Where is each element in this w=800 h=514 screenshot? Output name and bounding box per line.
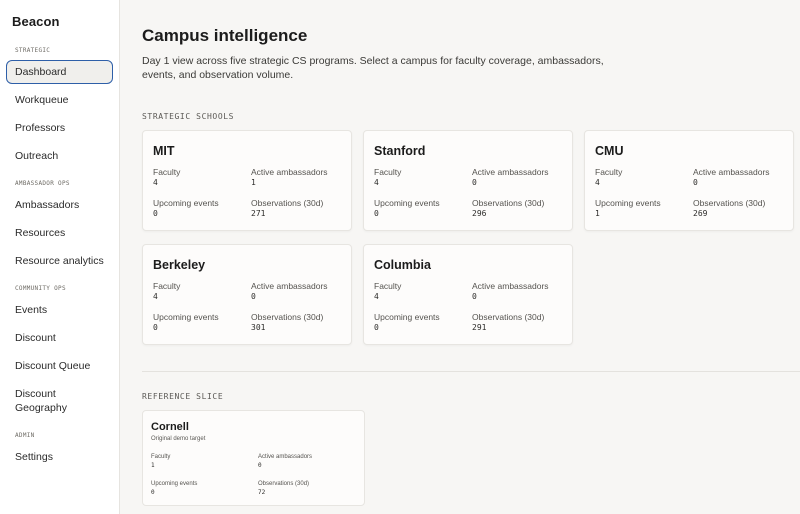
metric-value-upcoming-events: 0 xyxy=(151,489,155,496)
school-card-stanford[interactable]: Stanford Faculty 4 Active ambassadors 0 Up… xyxy=(363,130,573,231)
metric-value-active-ambassadors: 0 xyxy=(693,178,698,187)
school-card-berkeley[interactable]: Berkeley Faculty 4 Active ambassadors 0 Up… xyxy=(142,244,352,345)
sidebar-item-outreach[interactable]: Outreach xyxy=(6,144,113,168)
metric-value-faculty: 1 xyxy=(151,462,155,469)
metric-label-upcoming-events: Upcoming events xyxy=(153,198,219,208)
metric-value-faculty: 4 xyxy=(374,178,379,187)
metric-label-active-ambassadors: Active ambassadors xyxy=(258,454,313,460)
metric-label-upcoming-events: Upcoming events xyxy=(153,312,219,322)
metric-value-upcoming-events: 0 xyxy=(374,323,379,332)
metric-label-faculty: Faculty xyxy=(595,167,623,177)
metric-value-observations: 296 xyxy=(472,209,487,218)
metric-label-observations: Observations (30d) xyxy=(251,312,324,322)
sidebar-item-events[interactable]: Events xyxy=(6,298,113,322)
metric-label-active-ambassadors: Active ambassadors xyxy=(251,167,328,177)
metric-value-faculty: 4 xyxy=(153,292,158,301)
metric-value-observations: 72 xyxy=(258,489,266,496)
sidebar-item-settings[interactable]: Settings xyxy=(6,445,113,469)
metric-label-upcoming-events: Upcoming events xyxy=(374,198,440,208)
metric-label-active-ambassadors: Active ambassadors xyxy=(472,281,549,291)
school-name: Berkeley xyxy=(153,258,206,272)
sidebar-item-workqueue[interactable]: Workqueue xyxy=(6,88,113,112)
school-card-mit[interactable]: MIT Faculty 4 Active ambassadors 1 Upcomin… xyxy=(142,130,352,231)
sidebar-item-professors[interactable]: Professors xyxy=(6,116,113,140)
reference-school-name: Cornell xyxy=(151,421,189,433)
metric-value-upcoming-events: 0 xyxy=(153,209,158,218)
school-grid: MIT Faculty 4 Active ambassadors 1 Upcomin… xyxy=(142,130,800,345)
page-title: Campus intelligence xyxy=(142,26,308,45)
metric-label-active-ambassadors: Active ambassadors xyxy=(251,281,328,291)
metric-label-observations: Observations (30d) xyxy=(472,312,545,322)
section-divider xyxy=(142,371,800,372)
school-name: MIT xyxy=(153,144,175,158)
metric-value-faculty: 4 xyxy=(595,178,600,187)
reference-card-cornell[interactable]: Cornell Original demo target Faculty 1 Ac… xyxy=(142,410,365,506)
metric-value-active-ambassadors: 0 xyxy=(258,462,262,469)
section-label-ambassador-ops: AMBASSADOR OPS xyxy=(15,180,70,187)
sidebar-item-discount-geography[interactable]: Discount Geography xyxy=(6,382,113,420)
reference-school-subtitle: Original demo target xyxy=(151,436,206,442)
school-card-cmu[interactable]: CMU Faculty 4 Active ambassadors 0 Upcomin… xyxy=(584,130,794,231)
metric-value-faculty: 4 xyxy=(374,292,379,301)
metric-value-upcoming-events: 0 xyxy=(153,323,158,332)
metric-label-faculty: Faculty xyxy=(374,281,402,291)
metric-label-observations: Observations (30d) xyxy=(258,481,310,487)
metric-label-upcoming-events: Upcoming events xyxy=(151,481,198,487)
metric-value-upcoming-events: 1 xyxy=(595,209,600,218)
metric-value-upcoming-events: 0 xyxy=(374,209,379,218)
metric-value-active-ambassadors: 0 xyxy=(472,178,477,187)
sidebar-item-dashboard[interactable]: Dashboard xyxy=(6,60,113,84)
school-name: Stanford xyxy=(374,144,426,158)
strategic-schools-label: STRATEGIC SCHOOLS xyxy=(142,112,235,121)
main-content: Campus intelligence Day 1 view across fi… xyxy=(120,0,800,514)
section-label-admin: ADMIN xyxy=(15,432,35,439)
metric-label-observations: Observations (30d) xyxy=(472,198,545,208)
sidebar: Beacon STRATEGIC Dashboard Workqueue Pro… xyxy=(0,0,120,514)
metric-label-faculty: Faculty xyxy=(374,167,402,177)
metric-label-faculty: Faculty xyxy=(153,281,181,291)
metric-value-faculty: 4 xyxy=(153,178,158,187)
sidebar-item-ambassadors[interactable]: Ambassadors xyxy=(6,193,113,217)
sidebar-item-discount[interactable]: Discount xyxy=(6,326,113,350)
metric-value-active-ambassadors: 0 xyxy=(472,292,477,301)
metric-value-observations: 269 xyxy=(693,209,708,218)
metric-value-active-ambassadors: 1 xyxy=(251,178,256,187)
section-label-community-ops: COMMUNITY OPS xyxy=(15,285,66,292)
reference-slice-label: REFERENCE SLICE xyxy=(142,392,224,401)
metric-value-observations: 271 xyxy=(251,209,266,218)
metric-label-faculty: Faculty xyxy=(153,167,181,177)
metric-label-upcoming-events: Upcoming events xyxy=(595,198,661,208)
brand-logo: Beacon xyxy=(12,14,60,29)
metric-label-observations: Observations (30d) xyxy=(693,198,766,208)
metric-label-faculty: Faculty xyxy=(151,454,171,460)
metric-label-active-ambassadors: Active ambassadors xyxy=(693,167,770,177)
metric-label-upcoming-events: Upcoming events xyxy=(374,312,440,322)
school-card-columbia[interactable]: Columbia Faculty 4 Active ambassadors 0 Up… xyxy=(363,244,573,345)
page-subtitle: Day 1 view across five strategic CS prog… xyxy=(142,55,604,81)
sidebar-item-resources[interactable]: Resources xyxy=(6,221,113,245)
metric-value-observations: 291 xyxy=(472,323,487,332)
metric-value-observations: 301 xyxy=(251,323,266,332)
metric-value-active-ambassadors: 0 xyxy=(251,292,256,301)
metric-label-observations: Observations (30d) xyxy=(251,198,324,208)
sidebar-item-resource-analytics[interactable]: Resource analytics xyxy=(6,249,113,273)
school-name: Columbia xyxy=(374,258,431,272)
section-label-strategic: STRATEGIC xyxy=(15,47,51,54)
school-name: CMU xyxy=(595,144,624,158)
metric-label-active-ambassadors: Active ambassadors xyxy=(472,167,549,177)
sidebar-item-discount-queue[interactable]: Discount Queue xyxy=(6,354,113,378)
